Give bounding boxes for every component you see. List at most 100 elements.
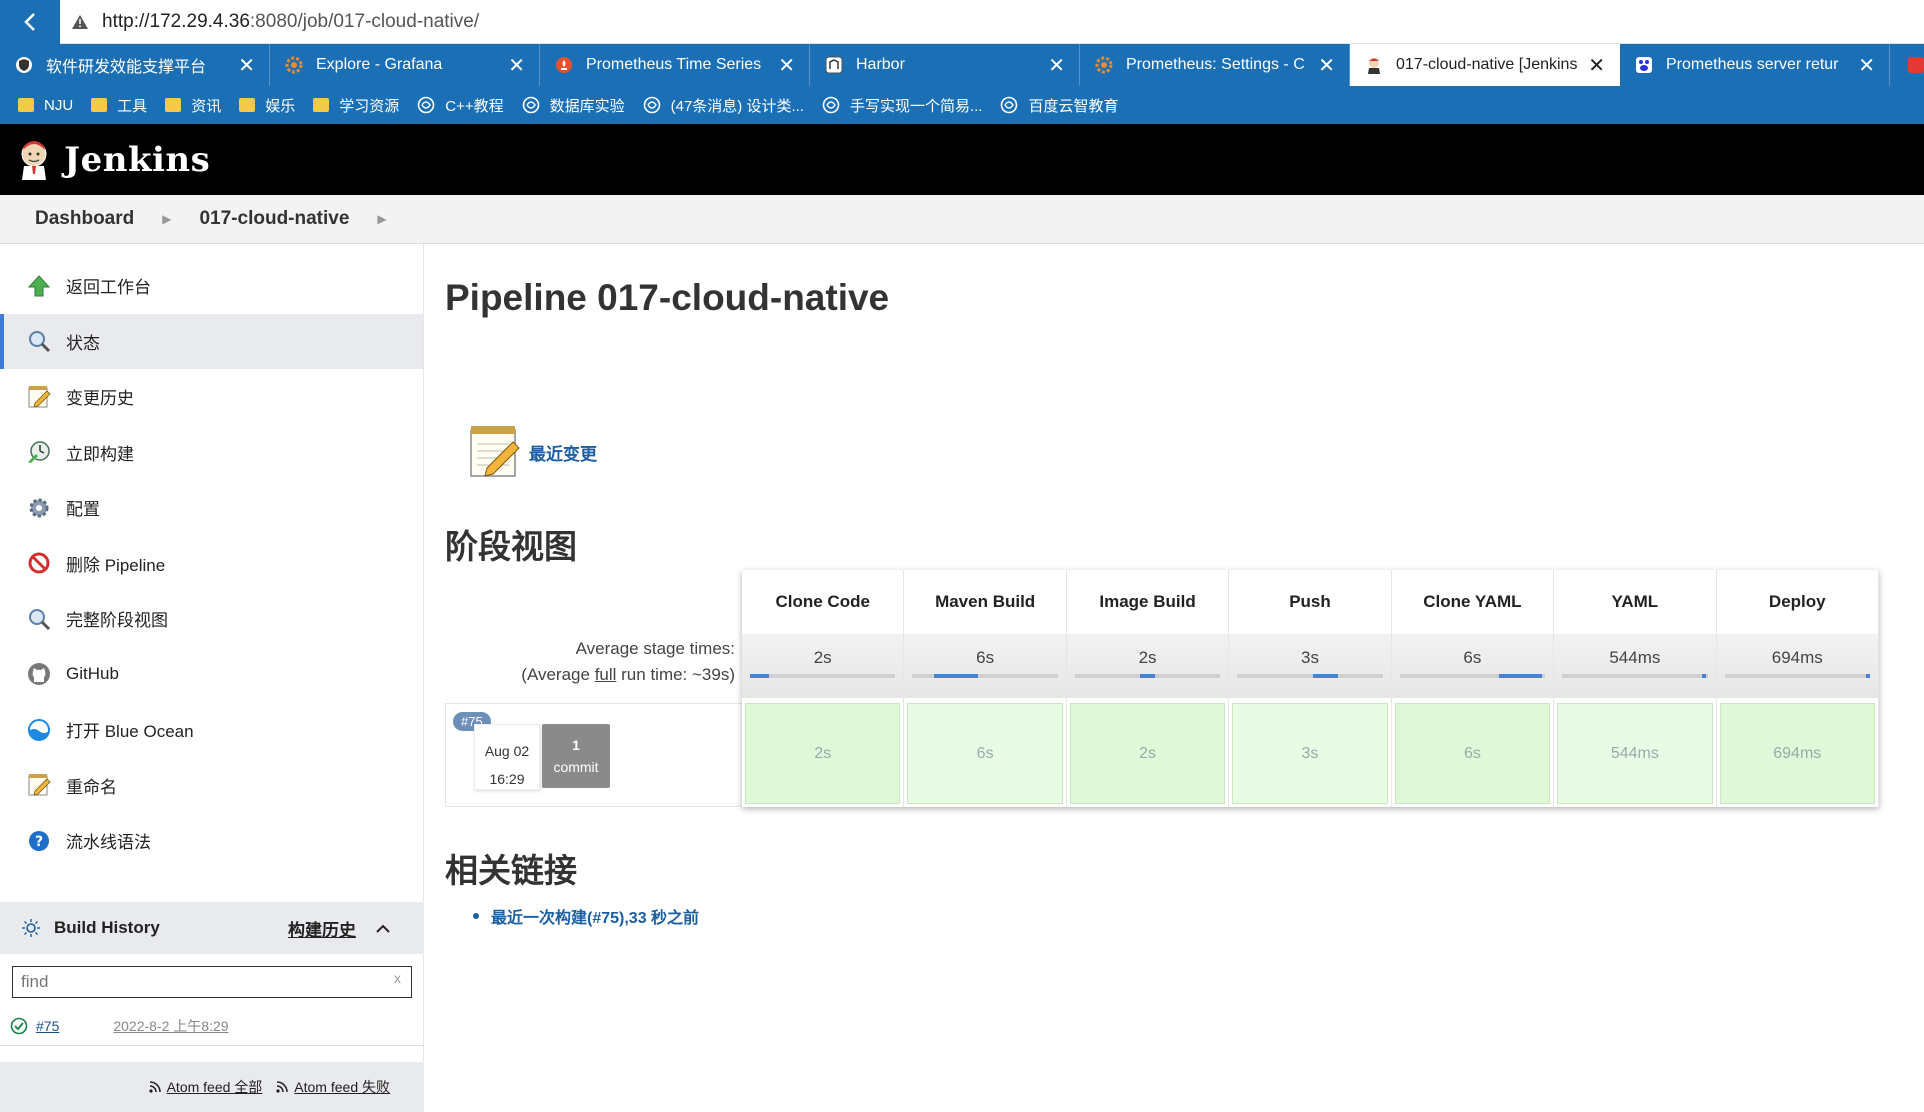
full-run-link[interactable]: full <box>595 665 617 684</box>
sidebar-item[interactable]: 状态 <box>0 313 423 369</box>
build-trend-link[interactable]: 构建历史 <box>288 916 356 941</box>
sidebar-item[interactable]: 打开 Blue Ocean <box>0 702 423 758</box>
stage-column: Image Build 2s 2s <box>1066 570 1230 807</box>
close-tab-icon[interactable]: ✕ <box>1318 53 1335 78</box>
bookmark-item[interactable]: NJU <box>18 97 73 114</box>
bookmark-item[interactable]: 学习资源 <box>313 95 399 116</box>
stage-average: 3s <box>1229 634 1391 698</box>
notepad-icon <box>26 384 52 410</box>
close-tab-icon[interactable]: ✕ <box>1048 53 1065 78</box>
browser-tab[interactable]: Harbor ✕ <box>810 44 1080 86</box>
stage-average-time: 3s <box>1301 648 1319 667</box>
close-tab-icon[interactable]: ✕ <box>238 53 255 78</box>
globe-icon <box>643 96 660 114</box>
url-host: http://172.29.4.36 <box>102 10 250 32</box>
related-link-item[interactable]: 最近一次构建(#75),33 秒之前 <box>473 904 699 928</box>
sidebar-item[interactable]: 立即构建 <box>0 425 423 481</box>
recent-changes-link[interactable]: 最近变更 <box>529 440 597 465</box>
close-tab-icon[interactable]: ✕ <box>508 53 525 78</box>
build-commits[interactable]: 1 commit <box>542 724 610 788</box>
clear-search-button[interactable]: x <box>394 970 401 986</box>
stage-run-cell[interactable]: 694ms <box>1719 703 1875 804</box>
build-datetime: Aug 02 16:29 <box>474 724 540 790</box>
last-build-link[interactable]: 最近一次构建(#75),33 秒之前 <box>491 904 699 928</box>
stage-run-time: 6s <box>1463 744 1481 762</box>
stage-run-cell[interactable]: 3s <box>1232 703 1388 804</box>
breadcrumb-job[interactable]: 017-cloud-native <box>199 208 349 230</box>
globe-icon <box>417 96 435 114</box>
bookmark-label: 手写实现一个简易... <box>849 97 983 115</box>
browser-tab[interactable]: Prometheus Time Series ✕ <box>540 44 810 86</box>
stage-progress-bar <box>1074 674 1221 678</box>
stage-progress-fill <box>1701 674 1707 678</box>
stage-column: Clone YAML 6s 6s <box>1391 570 1555 807</box>
bookmark-item[interactable]: 资讯 <box>165 95 221 116</box>
close-tab-icon[interactable]: ✕ <box>1588 53 1605 78</box>
notepad-icon <box>26 772 52 798</box>
tab-label: 017-cloud-native [Jenkins <box>1396 56 1578 73</box>
bookmark-label: (47条消息) 设计类... <box>670 97 804 115</box>
build-history-title: Build History <box>54 918 160 937</box>
browser-tab[interactable]: Explore - Grafana ✕ <box>270 44 540 86</box>
notepad-pencil-icon[interactable] <box>467 424 523 480</box>
browser-tab[interactable]: 017-cloud-native [Jenkins ✕ <box>1350 44 1620 86</box>
sidebar-item[interactable]: 变更历史 <box>0 369 423 425</box>
breadcrumb-menu-icon[interactable]: ▶ <box>377 212 386 226</box>
search-icon <box>26 328 52 354</box>
sun-icon <box>22 919 40 937</box>
sidebar-item[interactable]: 配置 <box>0 480 423 536</box>
breadcrumb-separator-icon: ▶ <box>162 212 172 226</box>
jenkins-brand[interactable]: Jenkins <box>64 140 210 180</box>
bookmark-item[interactable]: 工具 <box>91 95 147 116</box>
stage-run-cell[interactable]: 2s <box>1069 703 1226 804</box>
jenkins-logo-icon[interactable] <box>18 140 50 180</box>
sidebar-item[interactable]: 删除 Pipeline <box>0 536 423 592</box>
bookmark-item[interactable]: 百度云智教育 <box>1000 95 1119 116</box>
bookmark-item[interactable]: 娱乐 <box>239 95 295 116</box>
recent-changes[interactable]: 最近变更 <box>467 424 597 480</box>
build-search-input[interactable] <box>12 966 412 998</box>
bookmark-item[interactable]: (47条消息) 设计类... <box>643 95 804 116</box>
build-row-75[interactable]: #75 Aug 02 16:29 1 commit <box>445 703 742 807</box>
bookmark-label: C++教程 <box>445 97 504 115</box>
stage-run-cell[interactable]: 2s <box>745 703 901 804</box>
sidebar-item[interactable]: 完整阶段视图 <box>0 591 423 647</box>
rss-icon <box>276 1081 289 1093</box>
build-history-row[interactable]: #75 2022-8-2 上午8:29 <box>0 1006 424 1046</box>
sidebar-item[interactable]: GitHub <box>0 647 423 703</box>
close-tab-icon[interactable]: ✕ <box>778 53 795 78</box>
sidebar-item[interactable]: ? 流水线语法 <box>0 813 423 869</box>
stage-run-cell[interactable]: 544ms <box>1557 703 1713 804</box>
avg-run-suffix: run time: ~39s) <box>616 665 735 684</box>
sidebar-item[interactable]: 重命名 <box>0 758 423 814</box>
close-tab-icon[interactable]: ✕ <box>1858 53 1875 78</box>
commit-count: 1 <box>572 737 580 753</box>
tab-overflow[interactable] <box>1890 44 1924 86</box>
browser-tab[interactable]: Prometheus: Settings - C ✕ <box>1080 44 1350 86</box>
sidebar-item-label: 打开 Blue Ocean <box>66 722 194 742</box>
breadcrumb-dashboard[interactable]: Dashboard <box>35 208 134 230</box>
bookmark-item[interactable]: 数据库实验 <box>522 95 625 116</box>
back-button[interactable] <box>0 0 60 44</box>
browser-tab[interactable]: Prometheus server retur ✕ <box>1620 44 1890 86</box>
atom-feed-fail-link[interactable]: Atom feed 失败 <box>276 1077 390 1097</box>
help-icon: ? <box>26 828 52 854</box>
tab-label: Prometheus: Settings - C <box>1126 56 1305 73</box>
url-path: :8080/job/017-cloud-native/ <box>249 10 480 32</box>
globe-icon <box>522 96 539 114</box>
success-check-icon <box>10 1017 28 1034</box>
bookmark-label: 百度云智教育 <box>1028 97 1119 115</box>
url-field[interactable]: http://172.29.4.36:8080/job/017-cloud-na… <box>60 11 479 33</box>
sidebar-item-label: 完整阶段视图 <box>66 611 168 631</box>
build-number-link[interactable]: #75 <box>36 1018 59 1034</box>
browser-tab[interactable]: 软件研发效能支撑平台 ✕ <box>0 44 270 86</box>
build-date-link[interactable]: 2022-8-2 上午8:29 <box>113 1016 228 1036</box>
bookmark-item[interactable]: 手写实现一个简易... <box>822 95 983 116</box>
stage-run-cell[interactable]: 6s <box>1394 703 1551 804</box>
atom-feed-all-link[interactable]: Atom feed 全部 <box>148 1077 262 1097</box>
chevron-up-icon[interactable] <box>375 923 391 933</box>
stage-run-cell[interactable]: 6s <box>907 703 1063 804</box>
bookmark-item[interactable]: C++教程 <box>417 95 504 116</box>
sidebar-item-label: 重命名 <box>66 777 117 797</box>
sidebar-item[interactable]: 返回工作台 <box>0 258 423 314</box>
